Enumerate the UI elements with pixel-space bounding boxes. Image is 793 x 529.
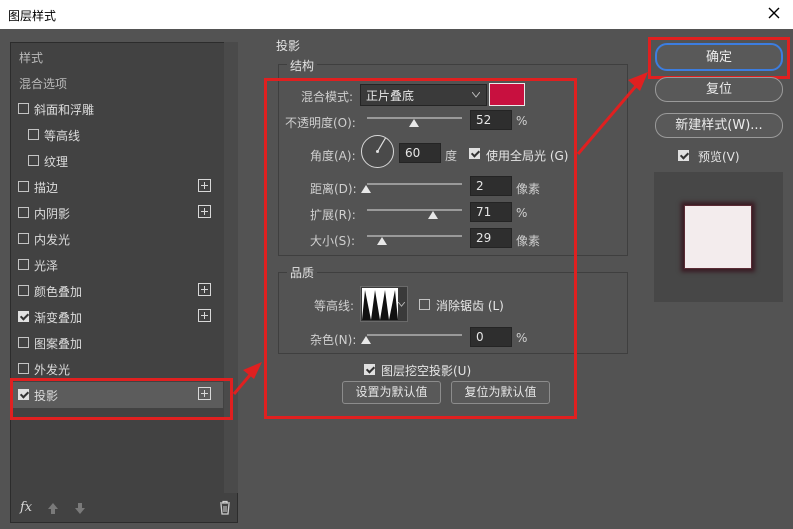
add-stroke-icon[interactable] [198, 179, 211, 192]
move-down-icon[interactable] [74, 502, 86, 515]
bevel-emboss-checkbox[interactable] [18, 103, 29, 114]
outer-glow-checkbox[interactable] [18, 363, 29, 374]
inner-glow-item[interactable]: 内发光 [11, 226, 223, 252]
inner-glow-checkbox[interactable] [18, 233, 29, 244]
item-label: 内发光 [34, 233, 71, 247]
blending-options-item[interactable]: 混合选项 [11, 70, 223, 96]
item-label: 渐变叠加 [34, 311, 83, 325]
preview-swatch [684, 205, 752, 269]
add-inner-shadow-icon[interactable] [198, 205, 211, 218]
inner-shadow-checkbox[interactable] [18, 207, 29, 218]
satin-item[interactable]: 光泽 [11, 252, 223, 278]
drop-shadow-highlight [10, 378, 233, 420]
color-overlay-item[interactable]: 颜色叠加 [11, 278, 223, 304]
title-bar: 图层样式 [0, 0, 793, 29]
new-style-button[interactable]: 新建样式(W)... [655, 113, 783, 138]
item-label: 描边 [34, 181, 59, 195]
item-label: 内阴影 [34, 207, 71, 221]
item-label: 光泽 [34, 259, 59, 273]
gradient-overlay-checkbox[interactable] [18, 311, 29, 322]
structure-title: 结构 [287, 57, 318, 74]
inner-shadow-item[interactable]: 内阴影 [11, 200, 223, 226]
preview-checkbox[interactable] [678, 150, 689, 161]
styles-footer: fx [11, 497, 237, 521]
pattern-overlay-checkbox[interactable] [18, 337, 29, 348]
styles-header-item[interactable]: 样式 [11, 44, 223, 70]
item-label: 样式 [19, 51, 44, 65]
item-label: 外发光 [34, 363, 71, 377]
ok-button[interactable]: 确定 [655, 43, 783, 71]
preview-box [654, 172, 783, 302]
gradient-overlay-item[interactable]: 渐变叠加 [11, 304, 223, 330]
contour-item[interactable]: 等高线 [11, 122, 223, 148]
trash-icon[interactable] [218, 500, 232, 515]
drop-shadow-title: 投影 [276, 39, 301, 53]
reset-button[interactable]: 复位 [655, 77, 783, 102]
styles-list-scrollbar[interactable] [224, 42, 238, 493]
stroke-item[interactable]: 描边 [11, 174, 223, 200]
close-icon[interactable] [765, 4, 783, 22]
item-label: 图案叠加 [34, 337, 83, 351]
item-label: 颜色叠加 [34, 285, 83, 299]
item-label: 纹理 [44, 155, 69, 169]
texture-checkbox[interactable] [28, 155, 39, 166]
pattern-overlay-item[interactable]: 图案叠加 [11, 330, 223, 356]
texture-item[interactable]: 纹理 [11, 148, 223, 174]
window-title: 图层样式 [8, 9, 57, 23]
add-color-overlay-icon[interactable] [198, 283, 211, 296]
item-label: 混合选项 [19, 77, 68, 91]
bevel-emboss-item[interactable]: 斜面和浮雕 [11, 96, 223, 122]
stroke-checkbox[interactable] [18, 181, 29, 192]
item-label: 等高线 [44, 129, 81, 143]
settings-highlight [264, 78, 577, 419]
item-label: 斜面和浮雕 [34, 103, 95, 117]
satin-checkbox[interactable] [18, 259, 29, 270]
add-gradient-overlay-icon[interactable] [198, 309, 211, 322]
contour-checkbox[interactable] [28, 129, 39, 140]
move-up-icon[interactable] [47, 502, 59, 515]
preview-label: 预览(V) [698, 150, 740, 164]
color-overlay-checkbox[interactable] [18, 285, 29, 296]
fx-icon[interactable]: fx [20, 500, 32, 515]
